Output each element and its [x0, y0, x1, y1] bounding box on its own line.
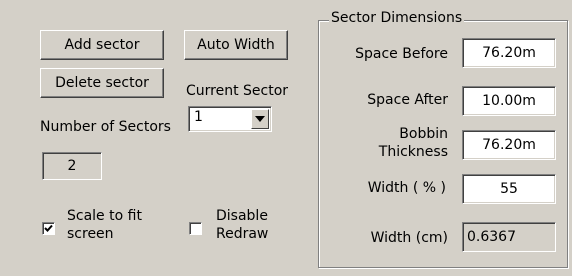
bobbin-thickness-label: Bobbin Thickness [330, 125, 448, 161]
delete-sector-button[interactable]: Delete sector [40, 68, 164, 98]
space-before-label: Space Before [355, 46, 448, 62]
width-cm-value: 0.6367 [462, 222, 556, 252]
disable-redraw-label-line1: Disable [216, 208, 268, 224]
number-of-sectors-label: Number of Sectors [40, 119, 171, 135]
bobbin-thickness-label-line1: Bobbin [399, 126, 448, 142]
auto-width-button[interactable]: Auto Width [184, 30, 288, 60]
scale-to-fit-label-line2: screen [67, 226, 114, 242]
space-after-input[interactable]: 10.00m [462, 86, 556, 116]
space-before-input[interactable]: 76.20m [462, 38, 556, 68]
space-after-label: Space After [367, 92, 448, 108]
width-percent-input[interactable]: 55 [462, 174, 556, 204]
current-sector-value: 1 [194, 109, 203, 125]
checkmark-icon [44, 224, 53, 232]
disable-redraw-label-line2: Redraw [216, 226, 269, 242]
disable-redraw-checkbox[interactable] [189, 222, 202, 235]
sector-panel: Add sector Auto Width Delete sector Curr… [0, 0, 572, 276]
number-of-sectors-value: 2 [42, 152, 102, 180]
current-sector-select[interactable]: 1 [188, 106, 272, 132]
scale-to-fit-label-line1: Scale to fit [67, 208, 142, 224]
disable-redraw-label: Disable Redraw [216, 207, 268, 243]
current-sector-label: Current Sector [186, 83, 289, 99]
chevron-down-icon[interactable] [251, 109, 269, 129]
bobbin-thickness-input[interactable]: 76.20m [462, 130, 556, 160]
width-percent-label: Width ( % ) [367, 180, 446, 196]
add-sector-button[interactable]: Add sector [40, 30, 164, 60]
scale-to-fit-label: Scale to fit screen [67, 207, 142, 243]
sector-dimensions-title: Sector Dimensions [329, 10, 465, 26]
bobbin-thickness-label-line2: Thickness [378, 144, 448, 160]
width-cm-label: Width (cm) [370, 230, 448, 246]
scale-to-fit-checkbox[interactable] [42, 222, 55, 235]
